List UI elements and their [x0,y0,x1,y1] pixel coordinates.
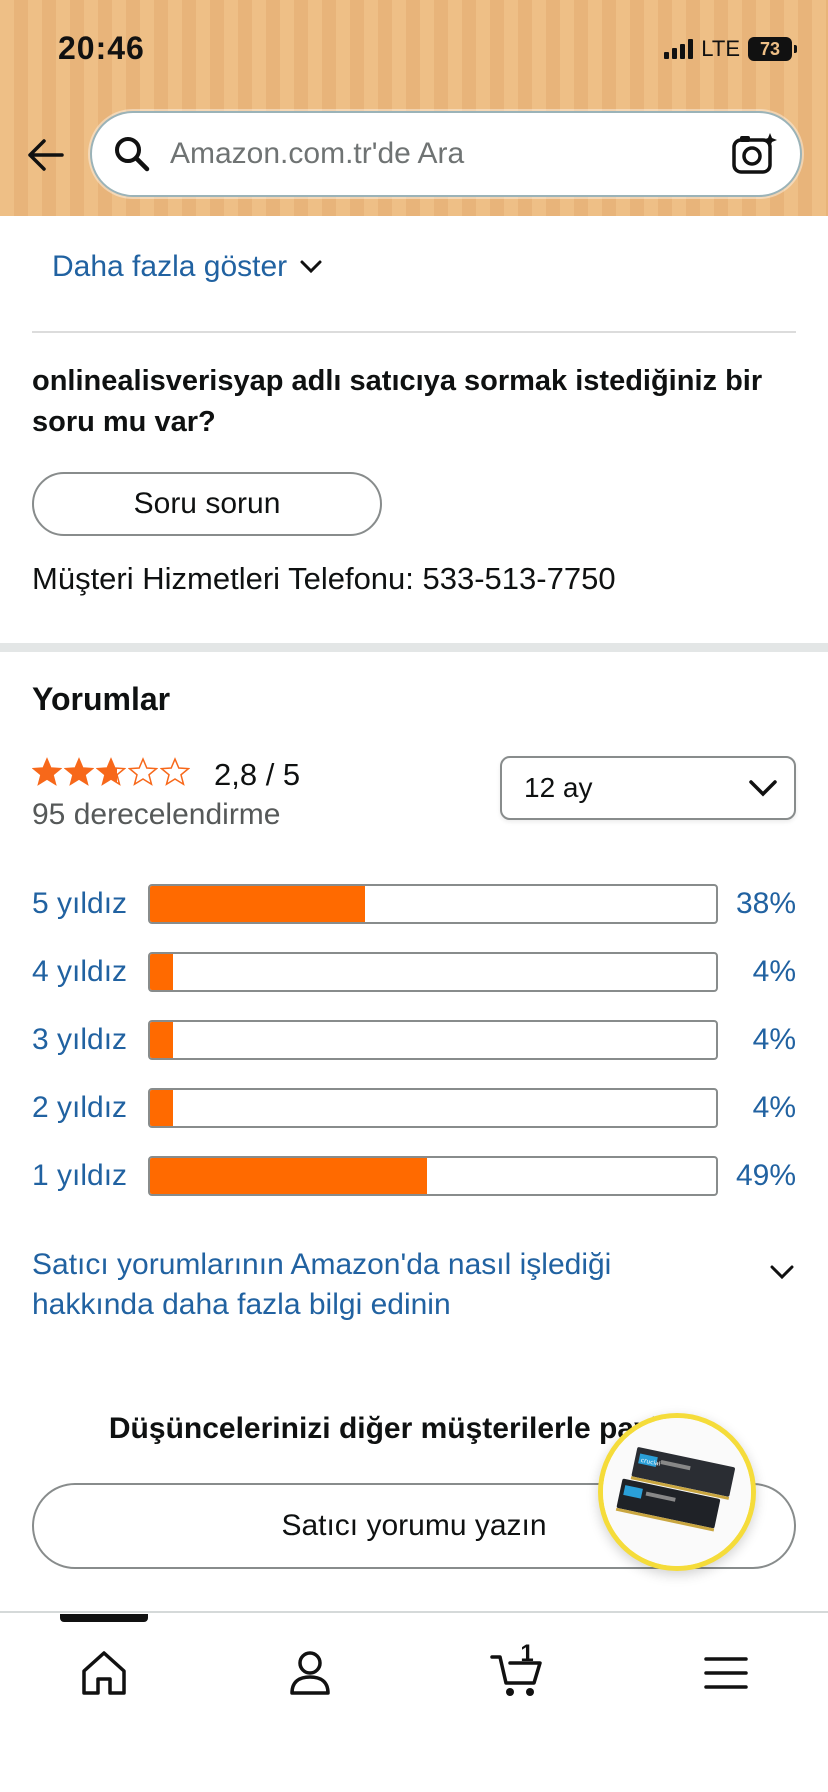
search-icon [115,137,150,172]
histogram-row-2-star[interactable]: 2 yıldız 4% [32,1087,796,1129]
star-empty-icon [160,757,190,786]
histogram-fill [150,1090,173,1126]
status-icons: LTE 73 [664,36,797,62]
histogram-row-5-star[interactable]: 5 yıldız 38% [32,883,796,925]
star-rating [32,757,190,787]
star-full-icon [96,757,126,786]
ask-question-button[interactable]: Soru sorun [32,472,382,536]
star-full-icon [32,757,62,786]
ram-module-image: crucial [603,1418,751,1566]
signal-icon [664,39,694,59]
divider [32,331,796,333]
histogram-label: 3 yıldız [32,1023,128,1056]
histogram-label: 5 yıldız [32,887,128,920]
battery-icon: 73 [748,37,797,61]
rating-count: 95 derecelendirme [32,798,281,831]
home-icon[interactable] [76,1645,132,1701]
app-header: 20:46 LTE 73 [0,0,828,216]
menu-icon[interactable] [698,1645,754,1701]
back-arrow-icon[interactable] [24,134,66,176]
search-input[interactable] [170,137,730,171]
histogram-fill [150,1158,428,1194]
histogram-fill [150,886,366,922]
account-icon[interactable] [282,1645,338,1701]
histogram-percent: 4% [752,1091,796,1124]
active-tab-indicator [60,1614,148,1622]
histogram-bar [148,1088,718,1128]
reviews-title: Yorumlar [32,681,171,717]
chevron-down-icon [300,260,322,274]
histogram-fill [150,1022,173,1058]
cart-count-badge: 1 [520,1640,534,1667]
cart-icon[interactable] [490,1645,546,1701]
star-full-icon [64,757,94,786]
histogram-percent: 49% [735,1159,796,1192]
seller-question-heading: onlinealisverisyap adlı satıcıya sormak … [32,365,763,438]
histogram-row-3-star[interactable]: 3 yıldız 4% [32,1019,796,1061]
period-value: 12 ay [524,772,593,803]
histogram-bar [148,952,718,992]
chevron-down-icon[interactable] [766,1256,798,1288]
histogram-bar [148,884,718,924]
histogram-bar [148,1020,718,1060]
histogram-percent: 38% [735,887,796,920]
histogram-bar [148,1156,718,1196]
histogram-percent: 4% [752,955,796,988]
histogram-label: 2 yıldız [32,1091,128,1124]
seller-reviews-info-link[interactable]: Satıcı yorumlarının Amazon'da nasıl işle… [32,1245,692,1325]
histogram-row-1-star[interactable]: 1 yıldız 49% [32,1155,796,1197]
chevron-down-icon [749,780,777,797]
product-thumbnail-bubble[interactable]: crucial [598,1413,756,1571]
show-more-label: Daha fazla göster [52,250,288,283]
histogram-label: 4 yıldız [32,955,128,988]
histogram-row-4-star[interactable]: 4 yıldız 4% [32,951,796,993]
search-bar[interactable] [90,111,802,197]
period-select[interactable]: 12 ay [500,756,796,820]
section-separator [0,643,828,652]
customer-service-phone: Müşteri Hizmetleri Telefonu: 533-513-775… [32,561,616,596]
histogram-fill [150,954,173,990]
histogram-percent: 4% [752,1023,796,1056]
histogram-label: 1 yıldız [32,1159,128,1192]
network-type: LTE [701,36,740,61]
bottom-navigation [0,1611,828,1792]
average-rating: 2,8 / 5 [214,757,301,792]
status-time: 20:46 [58,30,145,66]
show-more-link[interactable]: Daha fazla göster [52,250,323,284]
star-empty-icon [128,757,158,786]
camera-search-icon[interactable] [730,130,778,178]
